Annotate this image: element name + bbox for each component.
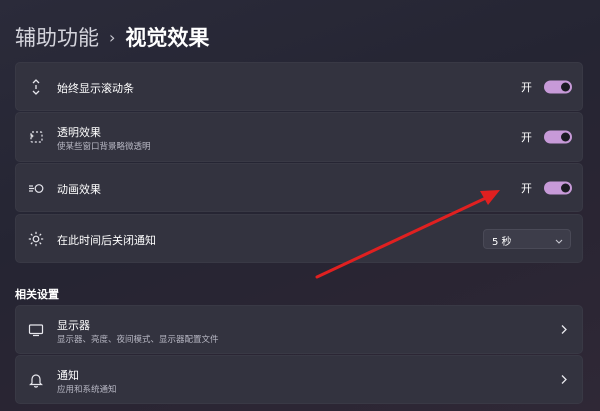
setting-label: 透明效果 (57, 126, 101, 139)
setting-card-notification-timeout: 在此时间后关闭通知 5 秒 (15, 214, 583, 263)
setting-label: 始终显示滚动条 (57, 82, 134, 95)
setting-card-scrollbars: 始终显示滚动条 开 (15, 62, 583, 111)
related-item-display[interactable]: 显示器 显示器、亮度、夜间模式、显示器配置文件 (15, 305, 583, 354)
bell-icon (28, 372, 44, 388)
related-item-notifications[interactable]: 通知 应用和系统通知 (15, 355, 583, 404)
page-title: 视觉效果 (125, 26, 210, 50)
scrollbars-toggle[interactable] (544, 80, 572, 93)
setting-label: 动画效果 (57, 183, 101, 196)
animation-toggle[interactable] (544, 181, 572, 194)
setting-label: 在此时间后关闭通知 (57, 234, 156, 247)
transparency-icon (28, 129, 44, 145)
monitor-icon (28, 322, 44, 338)
brightness-icon (28, 231, 44, 247)
setting-card-transparency: 透明效果 使某些窗口背景略微透明 开 (15, 112, 583, 162)
chevron-right-icon (560, 370, 568, 389)
transparency-toggle[interactable] (544, 130, 572, 144)
related-item-label: 显示器 (57, 319, 90, 332)
chevron-down-icon (555, 233, 563, 252)
toggle-state-text: 开 (521, 80, 532, 94)
related-item-description: 应用和系统通知 (57, 385, 117, 395)
setting-description: 使某些窗口背景略微透明 (57, 142, 151, 152)
toggle-knob (561, 183, 570, 192)
toggle-knob (561, 82, 570, 91)
animation-icon (28, 180, 44, 196)
related-item-label: 通知 (57, 369, 79, 382)
breadcrumb-separator: › (109, 27, 116, 47)
breadcrumb-parent-link[interactable]: 辅助功能 (15, 22, 99, 52)
dropdown-value: 5 秒 (492, 236, 512, 248)
scrollbar-icon (28, 78, 44, 95)
setting-card-animation: 动画效果 开 (15, 163, 583, 212)
related-settings-heading: 相关设置 (15, 288, 59, 301)
chevron-right-icon (560, 320, 568, 339)
related-item-description: 显示器、亮度、夜间模式、显示器配置文件 (57, 335, 219, 345)
breadcrumb: 辅助功能 › 视觉效果 (15, 20, 209, 54)
notification-timeout-dropdown[interactable]: 5 秒 (483, 228, 571, 252)
toggle-knob (561, 132, 570, 142)
toggle-state-text: 开 (521, 131, 532, 144)
toggle-state-text: 开 (521, 181, 532, 195)
